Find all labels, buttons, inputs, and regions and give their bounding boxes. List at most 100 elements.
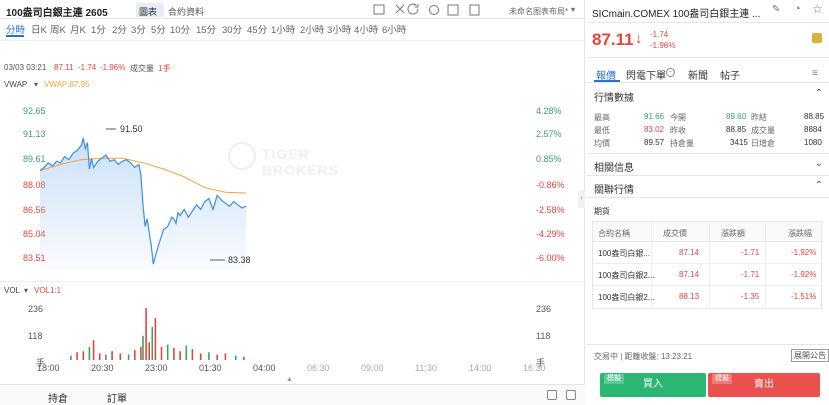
interval-6h[interactable]: 6小時 — [382, 22, 406, 36]
stat-label: 日增倉 — [751, 139, 775, 148]
stat-label: 最高 — [594, 113, 610, 122]
interval-2m[interactable]: 2分 — [112, 22, 127, 36]
section-market-data[interactable]: 行情數據 — [594, 89, 634, 104]
volume-bar — [160, 346, 163, 360]
section-linked-quotes[interactable]: 關聯行情 — [594, 181, 634, 196]
info-price: 87.11 — [54, 63, 74, 72]
buy-sim-tag: 模擬 — [604, 374, 624, 384]
col-header-price: 成交價 — [663, 229, 687, 238]
interval-1h[interactable]: 1小時 — [271, 22, 295, 36]
interval-1m[interactable]: 1分 — [91, 22, 106, 36]
stat-label: 昨結 — [751, 113, 767, 122]
volume-bar — [151, 326, 154, 360]
sell-label: 賣出 — [754, 379, 774, 390]
interval-45m[interactable]: 45分 — [247, 22, 267, 36]
footer-expand-icon[interactable] — [566, 390, 576, 400]
volume-bar — [88, 346, 91, 360]
layout-name[interactable]: 未命名图表布局* — [509, 6, 568, 17]
edit-icon[interactable]: ✎ — [772, 4, 780, 15]
low-marker: 83.38 — [228, 255, 251, 265]
tab-chart[interactable]: 圖表 — [139, 5, 157, 18]
interval-4h[interactable]: 4小時 — [354, 22, 378, 36]
lightning-order-icon[interactable]: – — [666, 68, 675, 77]
interval-time[interactable]: 分時 — [6, 22, 25, 36]
chevron-down-icon[interactable]: ⌄ — [815, 158, 823, 169]
interval-30m[interactable]: 30分 — [222, 22, 242, 36]
futures-table: 合約名稱 成交價 漲跌額 漲跌幅 100盎司白銀... 87.14 -1.71 … — [592, 221, 822, 309]
volume-bar — [154, 318, 157, 360]
badge-icon[interactable] — [812, 33, 822, 43]
volume-bar — [191, 349, 194, 360]
symbol-title[interactable]: 100盎司白銀主連 2605 — [6, 4, 108, 19]
scroll-up-icon[interactable]: ▲ — [286, 376, 293, 383]
info-datetime: 03/03 03:21 — [4, 63, 47, 72]
menu-icon[interactable]: ≡ — [812, 68, 818, 79]
vwap-label: VWAP — [4, 80, 28, 89]
time-tick: 16:30 — [523, 363, 546, 373]
interval-day[interactable]: 日K — [31, 22, 47, 36]
row-chg: -1.35 — [741, 292, 760, 301]
stat-value: 88.85 — [804, 112, 825, 121]
col-header-chg: 漲跌額 — [721, 229, 745, 238]
time-tick: 09:00 — [361, 363, 384, 373]
volume-bar — [76, 352, 78, 360]
expand-notice-button[interactable]: 展開公告 — [791, 349, 829, 362]
stat-label: 今開 — [670, 113, 686, 122]
time-tick: 18:00 — [37, 363, 60, 373]
footer-tab-orders[interactable]: 訂單 — [107, 390, 127, 405]
quote-price: 87.11 — [592, 30, 634, 49]
table-row[interactable]: 100盎司白銀... 87.14 -1.71 -1.92% — [593, 242, 821, 264]
bell-icon[interactable]: ◔ — [794, 3, 801, 15]
volume-bar — [243, 356, 245, 360]
quote-price-divider — [586, 57, 829, 58]
buy-label: 買入 — [643, 379, 663, 390]
price-chart[interactable] — [0, 90, 585, 280]
layout-dropdown-icon[interactable]: ▾ — [571, 5, 575, 14]
row-chg: -1.71 — [741, 248, 760, 257]
sell-button[interactable]: 模擬 賣出 — [708, 373, 820, 397]
volume-bar — [92, 340, 95, 360]
time-tick: 23:00 — [145, 363, 168, 373]
tab-news[interactable]: 新聞 — [688, 67, 708, 82]
interval-3h[interactable]: 3小時 — [327, 22, 351, 36]
time-tick: 04:00 — [253, 363, 276, 373]
volume-bar — [98, 353, 101, 360]
volume-bar — [134, 350, 136, 360]
vol-divider — [0, 281, 585, 282]
footer-popout-icon[interactable] — [547, 390, 557, 400]
interval-month[interactable]: 月K — [70, 22, 86, 36]
chevron-up-icon[interactable]: ⌃ — [815, 88, 823, 99]
stats-divider — [586, 153, 829, 154]
section-related-info[interactable]: 相關信息 — [594, 159, 634, 174]
status-divider — [586, 344, 829, 345]
tab-lightning-order[interactable]: 閃電下單 — [626, 67, 666, 82]
star-icon[interactable]: ☆ — [812, 2, 823, 16]
stat-label: 均價 — [594, 139, 610, 148]
interval-2h[interactable]: 2小時 — [300, 22, 324, 36]
stat-value: 89.57 — [644, 138, 665, 147]
row-name: 100盎司白銀2... — [598, 293, 655, 302]
stat-label: 昨收 — [670, 126, 686, 135]
table-row[interactable]: 100盎司白銀2... 87.14 -1.71 -1.92% — [593, 264, 821, 286]
volume-bar — [185, 345, 188, 360]
footer-tab-positions[interactable]: 持倉 — [48, 390, 68, 405]
tab-posts[interactable]: 帖子 — [720, 67, 740, 82]
chevron-up-icon[interactable]: ⌃ — [815, 180, 823, 191]
buy-button[interactable]: 模擬 買入 — [600, 373, 706, 397]
interval-5m[interactable]: 5分 — [151, 22, 166, 36]
panel-collapse-icon[interactable]: › — [578, 190, 585, 208]
info-vol-value: 1手 — [158, 64, 171, 73]
table-row[interactable]: 100盎司白銀2... 88.13 -1.35 -1.51% — [593, 286, 821, 308]
interval-10m[interactable]: 10分 — [170, 22, 190, 36]
row-price: 88.13 — [679, 292, 700, 301]
interval-3m[interactable]: 3分 — [131, 22, 146, 36]
col-header-name: 合約名稱 — [598, 229, 630, 238]
time-tick: 20:30 — [91, 363, 114, 373]
interval-week[interactable]: 周K — [50, 22, 66, 36]
row-name: 100盎司白銀... — [598, 249, 651, 258]
vwap-dropdown-icon[interactable]: ▾ — [34, 80, 38, 89]
interval-15m[interactable]: 15分 — [196, 22, 216, 36]
down-arrow-icon: ↓ — [635, 30, 643, 47]
tab-contract-info[interactable]: 合約資料 — [168, 5, 204, 18]
stat-value: 88.85 — [726, 125, 747, 134]
